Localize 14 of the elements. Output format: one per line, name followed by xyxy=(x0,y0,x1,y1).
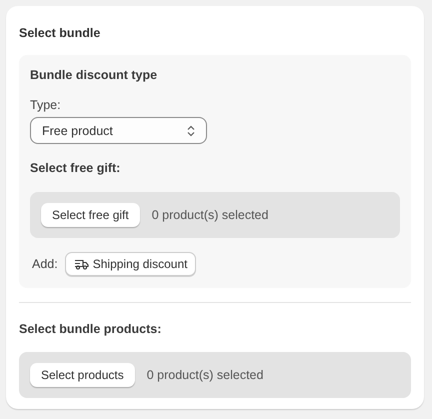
truck-icon xyxy=(74,258,89,270)
field-label: Select bundle products: xyxy=(19,322,162,336)
section-title: Select bundle xyxy=(19,26,102,40)
panel-heading: Bundle discount type xyxy=(30,68,158,82)
selected-count: 0 product(s) selected xyxy=(152,208,268,222)
type-select[interactable]: Free product xyxy=(30,117,207,144)
chevron-up-down-icon xyxy=(187,124,195,136)
selected-count: 0 product(s) selected xyxy=(146,368,264,382)
field-label: Select free gift: xyxy=(30,161,122,175)
select-gift-button[interactable]: Select free gift xyxy=(41,203,140,227)
add-label: Add: xyxy=(32,257,58,271)
field-label: Type: xyxy=(30,98,62,112)
shipping-discount-button[interactable]: Shipping discount xyxy=(64,252,196,276)
select-products-button[interactable]: Select products xyxy=(30,363,135,387)
